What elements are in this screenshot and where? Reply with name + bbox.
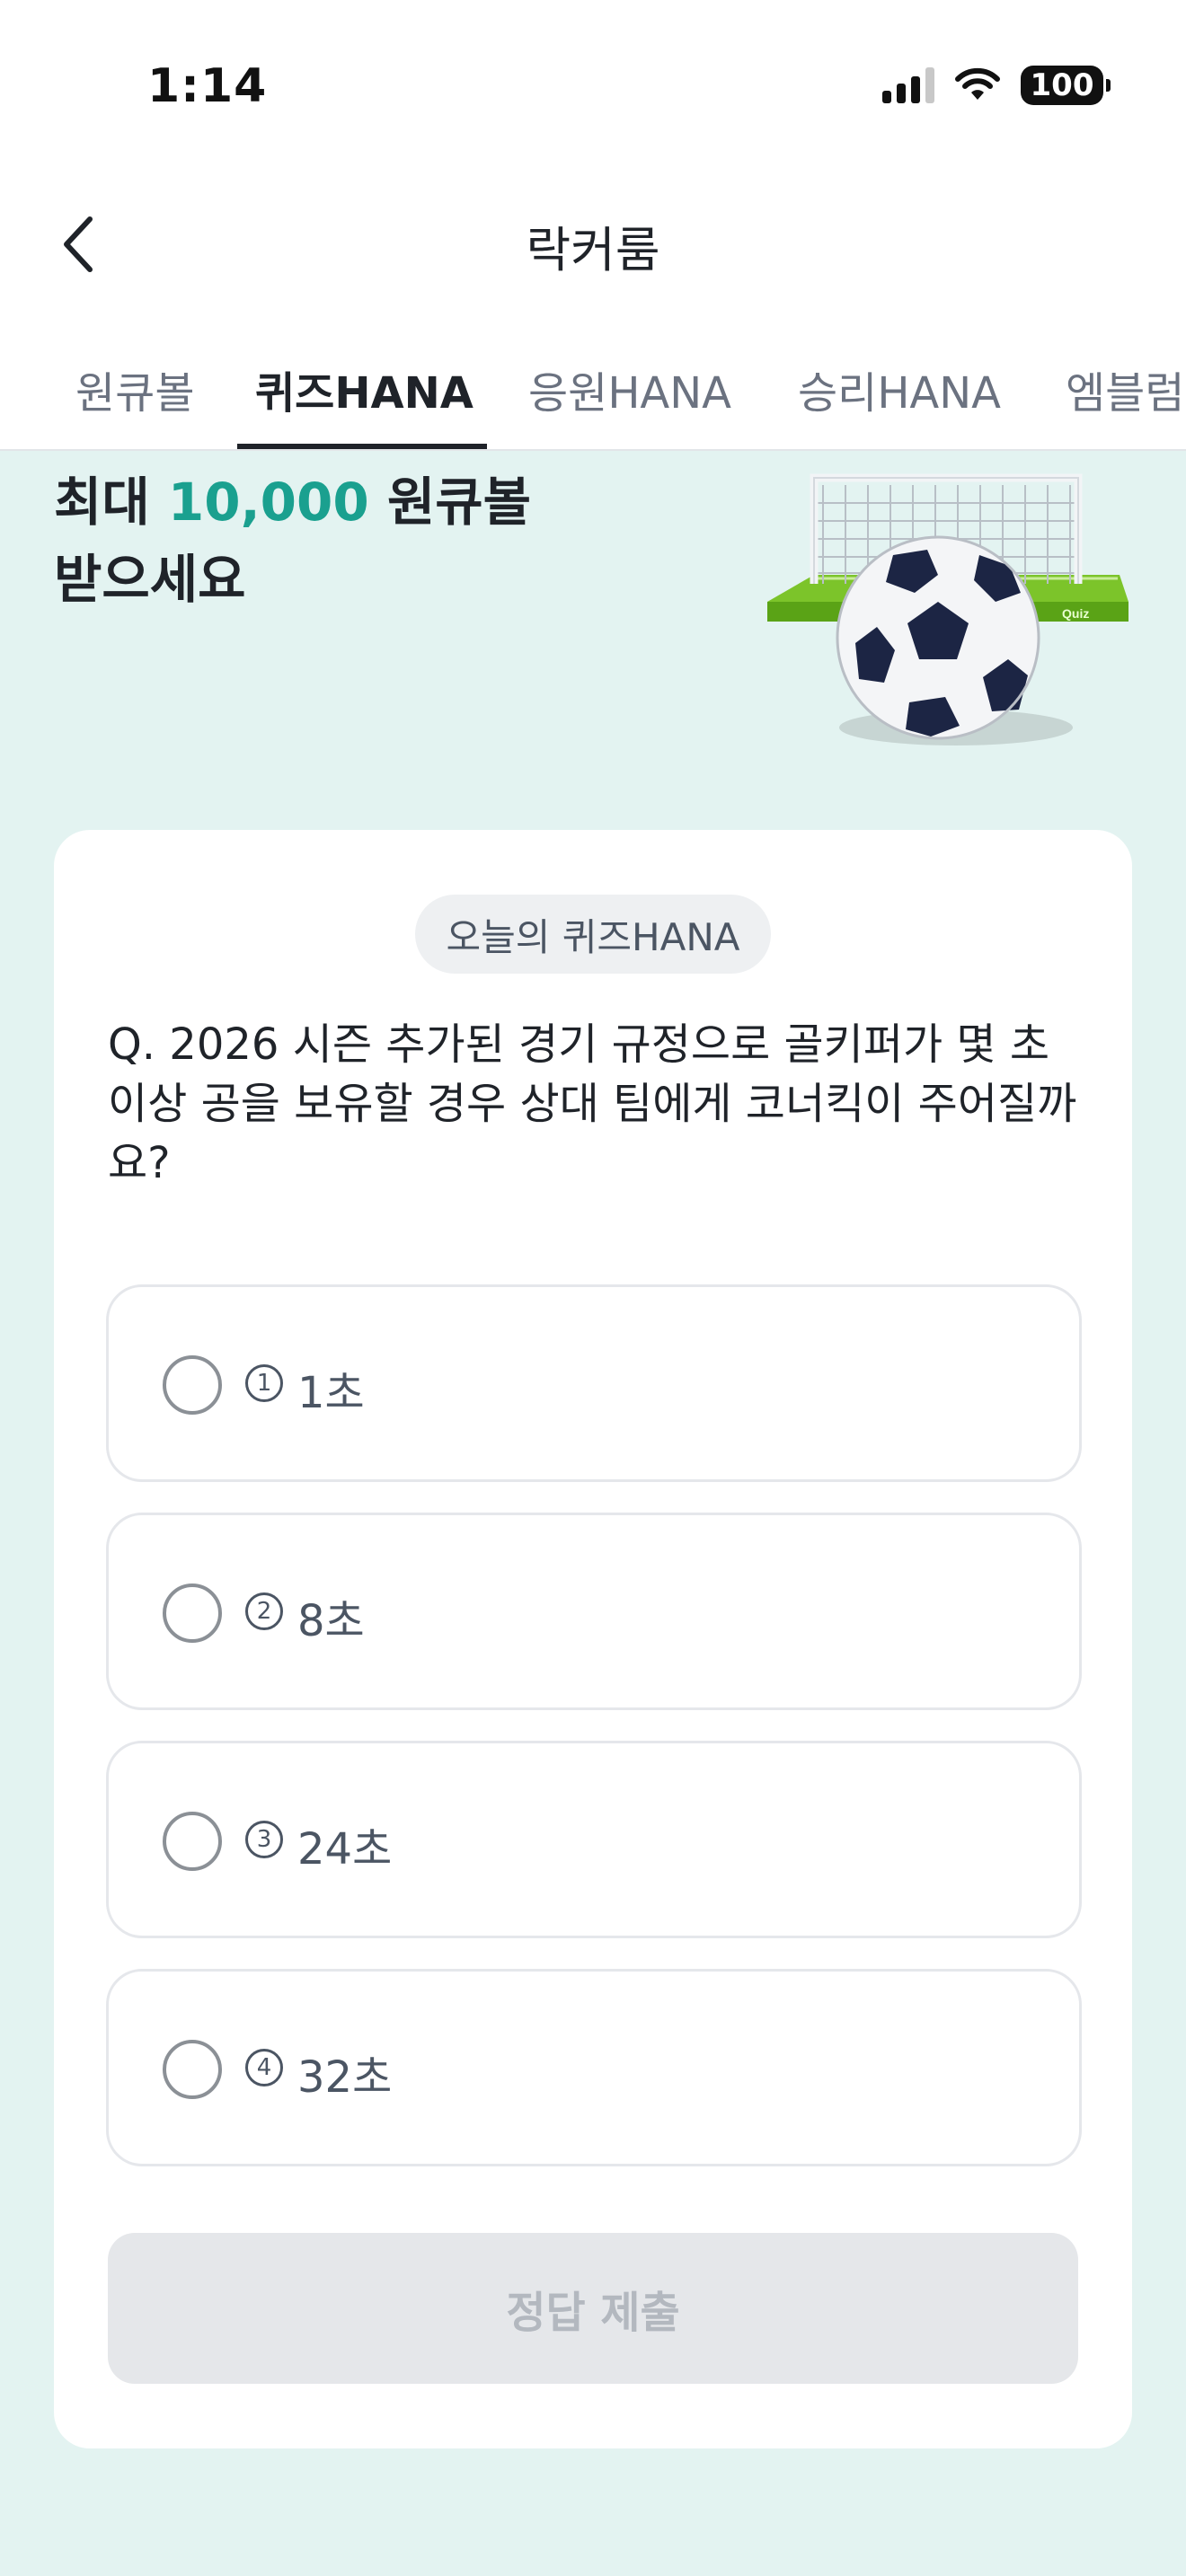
answer-option-3[interactable]: 3 24초 bbox=[106, 1741, 1082, 1938]
hero-amount: 10,000 bbox=[167, 472, 369, 533]
hero-prefix: 최대 bbox=[54, 472, 168, 533]
illustration-quiz-text: Quiz bbox=[1062, 606, 1089, 621]
radio-button-icon[interactable] bbox=[163, 2040, 222, 2099]
soccer-goal-ball-illustration: Quiz bbox=[767, 473, 1128, 745]
hero-suffix: 원큐볼 bbox=[368, 472, 532, 533]
radio-button-icon[interactable] bbox=[163, 1355, 222, 1415]
circled-number-icon: 1 bbox=[245, 1364, 283, 1402]
circled-number-icon: 4 bbox=[245, 2049, 283, 2086]
answer-option-4[interactable]: 4 32초 bbox=[106, 1969, 1082, 2166]
tab-quiz-hana[interactable]: 퀴즈HANA bbox=[255, 357, 474, 420]
tab-win-hana[interactable]: 승리HANA bbox=[798, 357, 1001, 420]
daily-quiz-badge: 오늘의 퀴즈HANA bbox=[415, 895, 771, 974]
radio-button-icon[interactable] bbox=[163, 1584, 222, 1643]
tabs-divider bbox=[0, 449, 1186, 451]
status-icons: 100 bbox=[882, 63, 1111, 108]
submit-answer-button[interactable]: 정답 제출 bbox=[108, 2233, 1078, 2384]
quiz-card: 오늘의 퀴즈HANA Q. 2026 시즌 추가된 경기 규정으로 골키퍼가 몇… bbox=[54, 830, 1132, 2448]
answer-label: 8초 bbox=[297, 1596, 365, 1646]
tab-emblem[interactable]: 엠블럼 bbox=[1066, 357, 1184, 420]
answer-label: 32초 bbox=[297, 2052, 393, 2103]
page-title: 락커룸 bbox=[526, 222, 660, 278]
radio-button-icon[interactable] bbox=[163, 1812, 222, 1871]
hero-title: 최대 10,000 원큐볼 bbox=[54, 460, 531, 535]
cellular-signal-icon bbox=[882, 67, 934, 103]
quiz-question: Q. 2026 시즌 추가된 경기 규정으로 골키퍼가 몇 초 이상 공을 보유… bbox=[108, 1019, 1077, 1188]
hero-subtitle: 받으세요 bbox=[54, 549, 246, 610]
battery-icon: 100 bbox=[1021, 66, 1111, 105]
status-time: 1:14 bbox=[147, 59, 268, 113]
answer-option-2[interactable]: 2 8초 bbox=[106, 1513, 1082, 1710]
answer-label: 1초 bbox=[297, 1368, 365, 1418]
wifi-icon bbox=[955, 67, 1000, 100]
answer-option-1[interactable]: 1 1초 bbox=[106, 1284, 1082, 1482]
answer-label: 24초 bbox=[297, 1824, 393, 1875]
circled-number-icon: 3 bbox=[245, 1821, 283, 1858]
circled-number-icon: 2 bbox=[245, 1592, 283, 1630]
tab-cheer-hana[interactable]: 응원HANA bbox=[528, 357, 731, 420]
tab-onequeue-ball[interactable]: 원큐볼 bbox=[75, 357, 194, 420]
